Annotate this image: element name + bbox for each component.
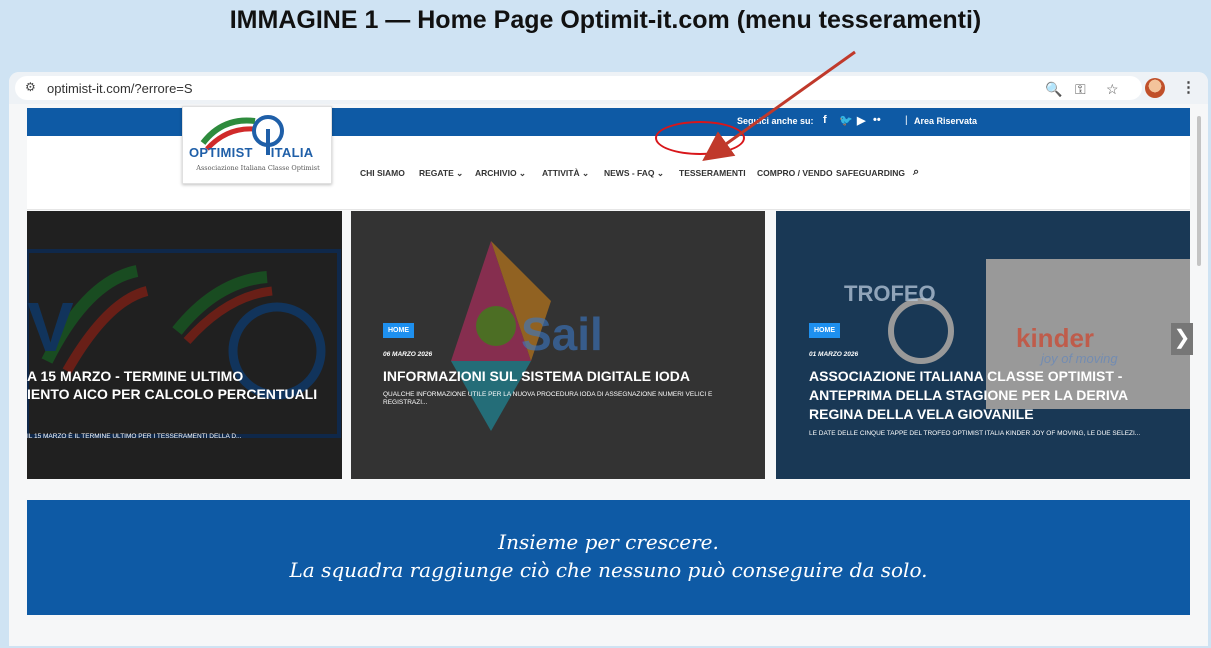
figure: IMMAGINE 1 — Home Page Optimit-it.com (m… xyxy=(0,0,1211,648)
url-field[interactable]: ⚙ optimist-it.com/?errore=S 🔍 ⚿ ☆ xyxy=(15,76,1142,100)
nav-safeguarding[interactable]: SAFEGUARDING xyxy=(836,168,905,178)
quote-line-1: Insieme per crescere. xyxy=(498,530,719,554)
nav-tesseramenti[interactable]: TESSERAMENTI xyxy=(679,168,746,178)
slide-3-excerpt: LE DATE DELLE CINQUE TAPPE DEL TROFEO OP… xyxy=(809,430,1141,437)
nav-news-faq[interactable]: NEWS - FAQ ⌄ xyxy=(604,168,664,179)
slide-3-category-badge[interactable]: HOME xyxy=(809,323,840,338)
twitter-icon[interactable]: 🐦 xyxy=(839,114,853,127)
logo-name: OPTIMIST ITALIA xyxy=(189,145,314,160)
nav-chi-siamo[interactable]: CHI SIAMO xyxy=(360,168,405,178)
slide-2-date: 06 MARZO 2026 xyxy=(383,351,433,358)
slide-3-title-line1[interactable]: ASSOCIAZIONE ITALIANA CLASSE OPTIMIST - xyxy=(809,367,1122,385)
slide-2[interactable]: Sail HOME 06 MARZO 2026 INFORMAZIONI SUL… xyxy=(351,211,765,479)
nav-regate[interactable]: REGATE ⌄ xyxy=(419,168,463,179)
logo-subtitle: Associazione Italiana Classe Optimist xyxy=(196,164,320,172)
slide-2-category-badge[interactable]: HOME xyxy=(383,323,414,338)
slide-1[interactable]: V A 15 MARZO - TERMINE ULTIMO IENTO AICO… xyxy=(27,211,342,479)
zoom-icon[interactable]: 🔍 xyxy=(1045,81,1062,98)
main-navbar: OPTIMIST ITALIA Associazione Italiana Cl… xyxy=(27,106,1190,210)
page-scrollbar[interactable] xyxy=(1197,116,1201,266)
youtube-icon[interactable]: ▶ xyxy=(857,114,865,127)
slide-3-bg-joy: joy of moving xyxy=(1041,351,1118,366)
browser-window: ⚙ optimist-it.com/?errore=S 🔍 ⚿ ☆ ⋮ Segu… xyxy=(9,72,1208,646)
password-key-icon[interactable]: ⚿ xyxy=(1075,81,1086,98)
slide-3-date: 01 MARZO 2026 xyxy=(809,351,859,358)
slide-3-title-line3[interactable]: REGINA DELLA VELA GIOVANILE xyxy=(809,405,1034,423)
bookmark-star-icon[interactable]: ☆ xyxy=(1106,81,1119,98)
nav-archivio[interactable]: ARCHIVIO ⌄ xyxy=(475,168,526,179)
slider-next-arrow-icon[interactable]: ❯ xyxy=(1171,323,1193,355)
follow-label: Seguici anche su: xyxy=(737,116,814,126)
search-icon[interactable]: ⌕ xyxy=(913,166,919,179)
slide-1-title-line1[interactable]: A 15 MARZO - TERMINE ULTIMO xyxy=(27,367,243,385)
quote-line-2: La squadra raggiunge ciò che nessuno può… xyxy=(289,558,928,582)
figure-title: IMMAGINE 1 — Home Page Optimit-it.com (m… xyxy=(229,6,982,34)
more-menu-icon[interactable]: ⋮ xyxy=(1181,78,1196,96)
slide-3-bg-kinder: kinder xyxy=(1016,323,1095,353)
site-settings-icon[interactable]: ⚙ xyxy=(25,80,36,94)
annotation-highlight-ellipse xyxy=(655,121,745,155)
address-bar: ⚙ optimist-it.com/?errore=S 🔍 ⚿ ☆ ⋮ xyxy=(9,72,1208,104)
slide-1-title-line2[interactable]: IENTO AICO PER CALCOLO PERCENTUALI xyxy=(27,385,317,403)
reserved-area-link[interactable]: Area Riservata xyxy=(914,116,977,126)
slide-3-title-line2[interactable]: ANTEPRIMA DELLA STAGIONE PER LA DERIVA xyxy=(809,386,1128,404)
slide-2-excerpt: QUALCHE INFORMAZIONE UTILE PER LA NUOVA … xyxy=(383,391,713,406)
page-viewport: Seguici anche su: f 🐦 ▶ •• | Area Riserv… xyxy=(9,104,1208,646)
slide-1-excerpt: IL 15 MARZO È IL TERMINE ULTIMO PER I TE… xyxy=(27,433,242,440)
quote-banner: Insieme per crescere. La squadra raggiun… xyxy=(27,500,1190,615)
news-slider: V A 15 MARZO - TERMINE ULTIMO IENTO AICO… xyxy=(27,211,1190,479)
facebook-icon[interactable]: f xyxy=(823,114,827,126)
flickr-icon[interactable]: •• xyxy=(873,114,881,126)
slide-2-bg-text: Sail xyxy=(521,308,603,360)
nav-attivita[interactable]: ATTIVITÀ ⌄ xyxy=(542,168,589,179)
slide-3-image xyxy=(776,211,1190,479)
site-logo[interactable]: OPTIMIST ITALIA Associazione Italiana Cl… xyxy=(182,106,332,184)
profile-avatar[interactable] xyxy=(1145,78,1165,98)
nav-compro-vendo[interactable]: COMPRO / VENDO xyxy=(757,168,833,178)
slide-2-title[interactable]: INFORMAZIONI SUL SISTEMA DIGITALE IODA xyxy=(383,367,690,385)
slide-3-bg-trofeo: TROFEO xyxy=(844,281,936,306)
url-text[interactable]: optimist-it.com/?errore=S xyxy=(47,81,193,96)
separator: | xyxy=(905,115,908,126)
slide-3[interactable]: TROFEO kinder joy of moving HOME 01 MARZ… xyxy=(776,211,1190,479)
